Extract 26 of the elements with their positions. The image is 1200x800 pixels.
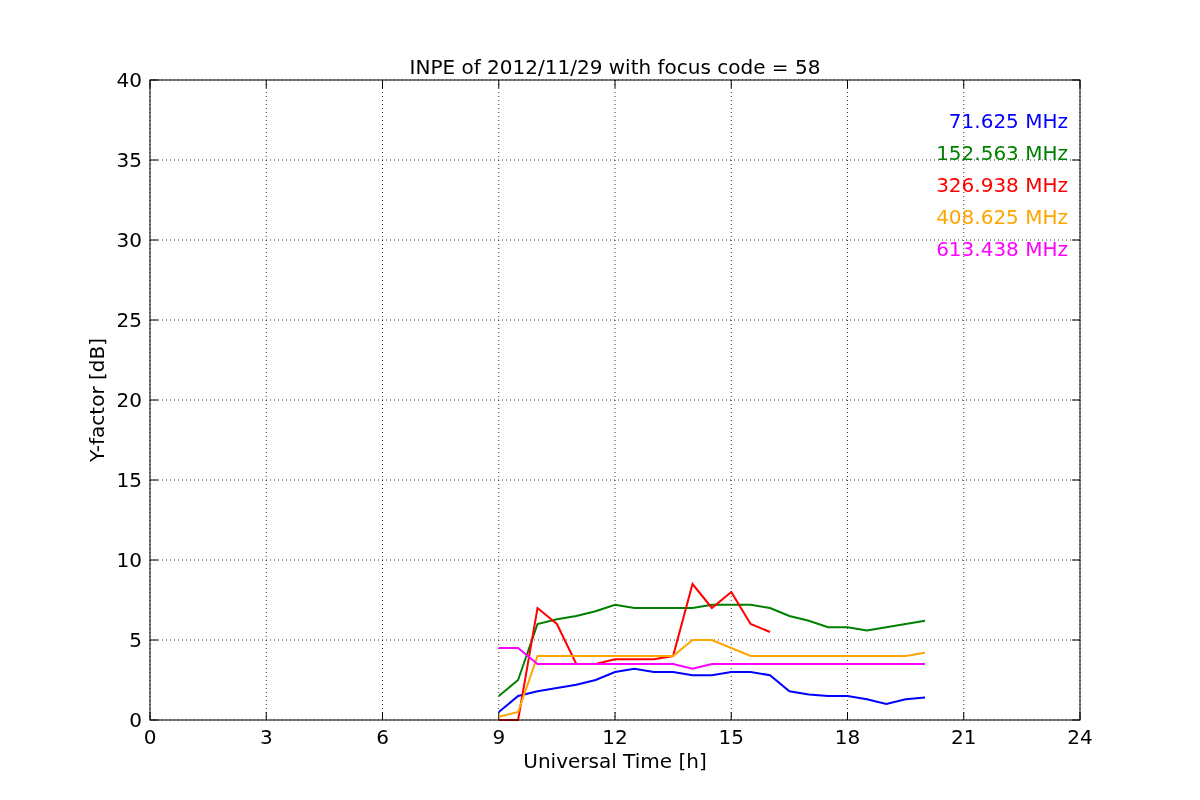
legend-label: 613.438 MHz <box>936 237 1068 261</box>
tick-label: 0 <box>143 725 157 749</box>
tick-label: 15 <box>718 725 744 749</box>
tick-label: 6 <box>376 725 389 749</box>
tick-label: 40 <box>116 68 142 92</box>
legend-label: 152.563 MHz <box>936 141 1068 165</box>
tick-label: 18 <box>834 725 861 749</box>
chart-title: INPE of 2012/11/29 with focus code = 58 <box>409 55 821 79</box>
legend-label: 408.625 MHz <box>936 205 1068 229</box>
tick-label: 25 <box>116 308 142 332</box>
tick-label: 9 <box>492 725 506 749</box>
tick-label: 21 <box>951 725 977 749</box>
tick-label: 3 <box>259 725 273 749</box>
tick-label: 12 <box>602 725 628 749</box>
tick-label: 5 <box>129 628 142 652</box>
tick-label: 15 <box>116 468 142 492</box>
legend-label: 326.938 MHz <box>936 173 1068 197</box>
tick-label: 35 <box>116 148 142 172</box>
legend-label: 71.625 MHz <box>948 109 1068 133</box>
tick-label: 20 <box>116 388 142 412</box>
tick-label: 24 <box>1067 725 1093 749</box>
tick-label: 30 <box>116 228 142 252</box>
tick-label: 10 <box>116 548 142 572</box>
tick-label: 0 <box>129 708 142 732</box>
axis-title: Universal Time [h] <box>523 749 707 773</box>
axis-title: Y-factor [dB] <box>85 338 109 462</box>
